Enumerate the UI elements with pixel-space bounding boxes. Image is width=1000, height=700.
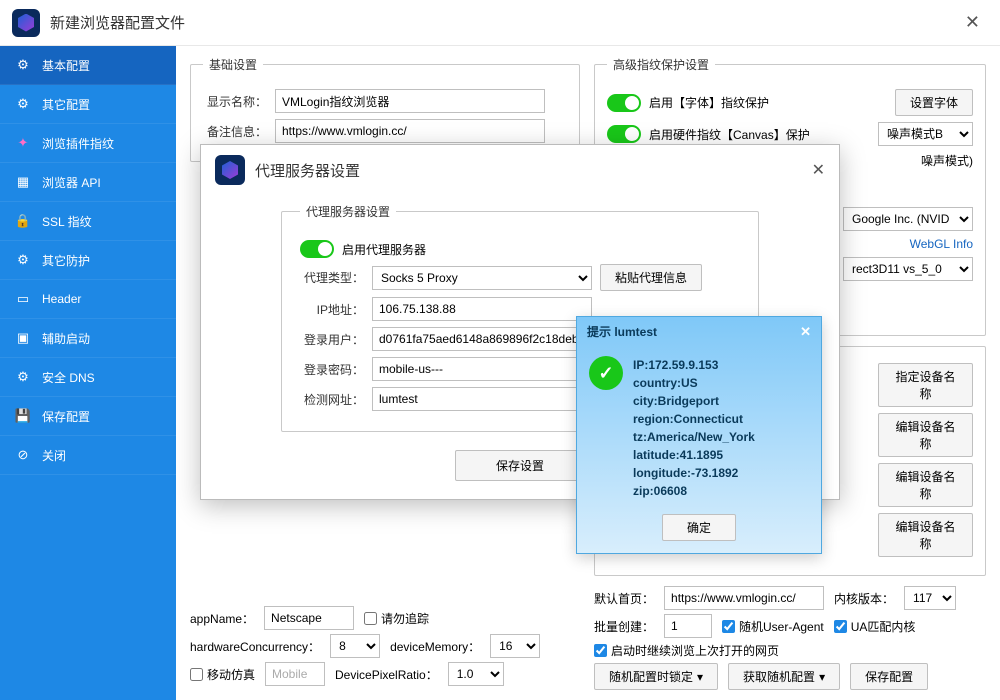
- resume-checkbox[interactable]: 启动时继续浏览上次打开的网页: [594, 642, 779, 659]
- app-logo: [215, 155, 245, 185]
- canvas-toggle[interactable]: [607, 125, 641, 143]
- sidebar-item-basic[interactable]: ⚙基本配置: [0, 46, 176, 85]
- random-lock-button[interactable]: 随机配置时锁定▾: [594, 663, 718, 690]
- mem-select[interactable]: 16: [490, 634, 540, 658]
- close-icon[interactable]: ✕: [812, 160, 825, 180]
- sidebar-item-ssl[interactable]: 🔒SSL 指纹: [0, 202, 176, 241]
- header-icon: ▭: [14, 290, 32, 308]
- close-icon: ⊘: [14, 446, 32, 464]
- save-icon: 💾: [14, 407, 32, 425]
- get-random-button[interactable]: 获取随机配置▾: [728, 663, 840, 690]
- device-name-button[interactable]: 指定设备名称: [878, 363, 973, 407]
- edit-device-button-3[interactable]: 编辑设备名称: [878, 513, 973, 557]
- sidebar-item-api[interactable]: ▦浏览器 API: [0, 163, 176, 202]
- lumtest-popup: 提示 lumtest ✕ ✓ IP:172.59.9.153 country:U…: [576, 316, 822, 554]
- font-toggle[interactable]: [607, 94, 641, 112]
- shield-icon: ⚙: [14, 251, 32, 269]
- edit-device-button-2[interactable]: 编辑设备名称: [878, 463, 973, 507]
- homepage-input[interactable]: [664, 586, 824, 610]
- kernel-select[interactable]: 117: [904, 586, 956, 610]
- remark-input[interactable]: [275, 119, 545, 143]
- sidebar-item-cmd[interactable]: ▣辅助启动: [0, 319, 176, 358]
- proxy-test-input[interactable]: [372, 387, 592, 411]
- lumtest-info: IP:172.59.9.153 country:US city:Bridgepo…: [633, 356, 755, 500]
- gear-icon: ⚙: [14, 56, 32, 74]
- sidebar-item-header[interactable]: ▭Header: [0, 280, 176, 319]
- sidebar-item-protect[interactable]: ⚙其它防护: [0, 241, 176, 280]
- ok-button[interactable]: 确定: [662, 514, 736, 541]
- proxy-user-input[interactable]: [372, 327, 592, 351]
- paste-proxy-button[interactable]: 粘贴代理信息: [600, 264, 702, 291]
- success-icon: ✓: [589, 356, 623, 390]
- sidebar-item-save[interactable]: 💾保存配置: [0, 397, 176, 436]
- mobile-checkbox[interactable]: 移动仿真: [190, 666, 255, 683]
- hw-select[interactable]: 8: [330, 634, 380, 658]
- close-icon[interactable]: ✕: [800, 324, 811, 340]
- plugin-icon: ✦: [14, 134, 32, 152]
- vendor-select[interactable]: Google Inc. (NVID: [843, 207, 973, 231]
- sidebar-item-other[interactable]: ⚙其它配置: [0, 85, 176, 124]
- d3d-select[interactable]: rect3D11 vs_5_0: [843, 257, 973, 281]
- window-title: 新建浏览器配置文件: [50, 12, 957, 33]
- save-proxy-button[interactable]: 保存设置: [455, 450, 585, 481]
- sidebar: ⚙基本配置 ⚙其它配置 ✦浏览插件指纹 ▦浏览器 API 🔒SSL 指纹 ⚙其它…: [0, 46, 176, 700]
- dnt-checkbox[interactable]: 请勿追踪: [364, 610, 429, 627]
- sidebar-item-dns[interactable]: ⚙安全 DNS: [0, 358, 176, 397]
- canvas-mode-select[interactable]: 噪声模式B: [878, 122, 973, 146]
- proxy-type-select[interactable]: Socks 5 Proxy: [372, 266, 592, 290]
- edit-device-button-1[interactable]: 编辑设备名称: [878, 413, 973, 457]
- app-logo: [12, 9, 40, 37]
- display-name-input[interactable]: [275, 89, 545, 113]
- gear-icon: ⚙: [14, 95, 32, 113]
- webgl-info-link[interactable]: WebGL Info: [910, 237, 973, 251]
- mobile-input: [265, 662, 325, 686]
- dns-icon: ⚙: [14, 368, 32, 386]
- random-ua-checkbox[interactable]: 随机User-Agent: [722, 618, 824, 635]
- save-config-button[interactable]: 保存配置: [850, 663, 928, 690]
- chevron-down-icon: ▾: [697, 670, 703, 684]
- proxy-pass-input[interactable]: [372, 357, 592, 381]
- lock-icon: 🔒: [14, 212, 32, 230]
- api-icon: ▦: [14, 173, 32, 191]
- sidebar-item-close[interactable]: ⊘关闭: [0, 436, 176, 475]
- ua-kernel-checkbox[interactable]: UA匹配内核: [834, 618, 916, 635]
- cmd-icon: ▣: [14, 329, 32, 347]
- font-settings-button[interactable]: 设置字体: [895, 89, 973, 116]
- dpr-select[interactable]: 1.0: [448, 662, 504, 686]
- close-icon[interactable]: ✕: [957, 8, 988, 37]
- proxy-ip-input[interactable]: [372, 297, 592, 321]
- enable-proxy-toggle[interactable]: [300, 240, 334, 258]
- chevron-down-icon: ▾: [819, 670, 825, 684]
- batch-input[interactable]: [664, 614, 712, 638]
- appname-input[interactable]: [264, 606, 354, 630]
- sidebar-item-plugin[interactable]: ✦浏览插件指纹: [0, 124, 176, 163]
